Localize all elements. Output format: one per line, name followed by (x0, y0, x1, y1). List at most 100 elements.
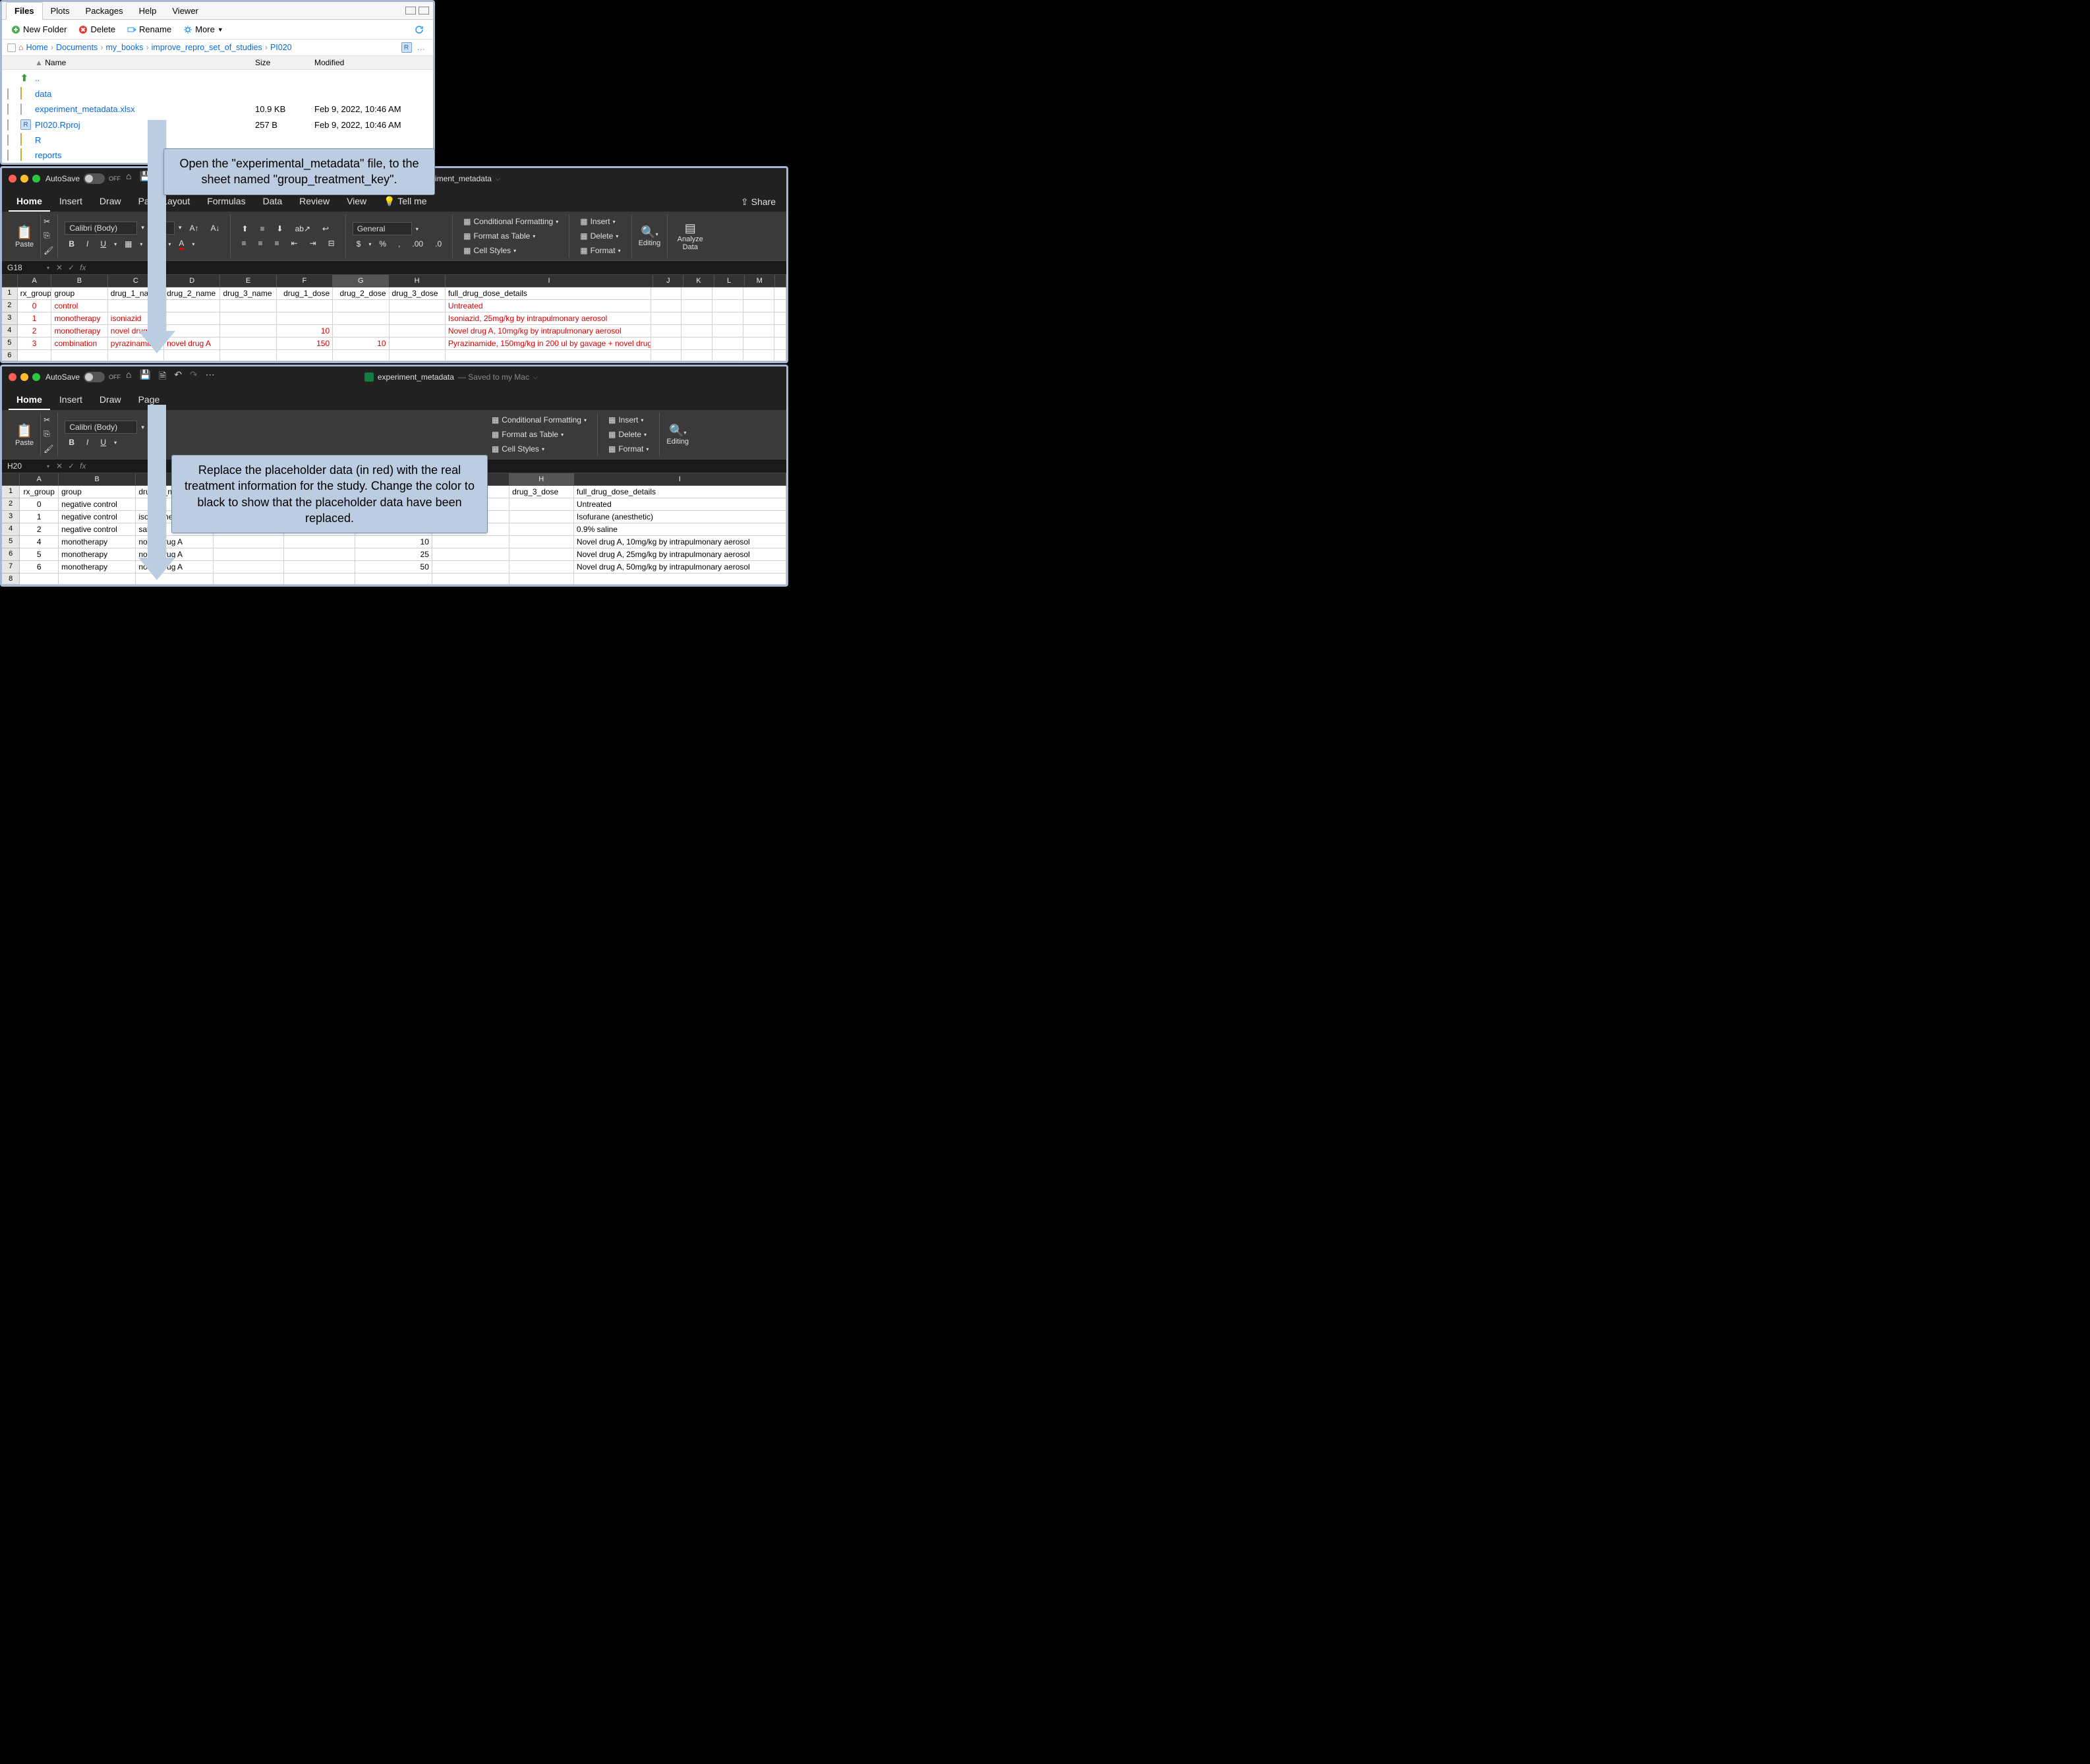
row-header[interactable]: 4 (2, 325, 18, 338)
shrink-font-button[interactable]: A↓ (206, 222, 223, 234)
column-header[interactable]: I (574, 473, 786, 486)
cell[interactable] (214, 548, 285, 561)
cell[interactable]: rx_group (18, 287, 52, 300)
number-format-select[interactable]: General (353, 222, 412, 235)
autosave-toggle[interactable]: AutoSave OFF (45, 372, 121, 382)
crumb-documents[interactable]: Documents (56, 43, 98, 52)
undo-icon[interactable]: ↶ (174, 369, 182, 385)
bold-button[interactable]: B (65, 436, 78, 448)
cell[interactable] (390, 338, 446, 350)
column-header[interactable]: H (389, 275, 445, 287)
row-header[interactable]: 2 (2, 498, 20, 511)
underline-button[interactable]: U (96, 436, 110, 448)
cell[interactable] (333, 325, 389, 338)
maximize-pane-icon[interactable] (419, 7, 429, 15)
cell[interactable] (743, 312, 774, 325)
select-all-checkbox[interactable] (7, 44, 16, 52)
column-header[interactable]: E (220, 275, 276, 287)
cell[interactable]: Novel drug A, 25mg/kg by intrapulmonary … (574, 548, 786, 561)
cell[interactable] (277, 350, 333, 361)
file-name[interactable]: data (35, 89, 51, 99)
insert-cells-button[interactable]: ▦ Insert ▾ (576, 216, 624, 227)
cell[interactable]: negative control (59, 498, 136, 511)
cell[interactable]: control (51, 300, 107, 312)
ribbon-tab-home[interactable]: Home (9, 390, 50, 410)
redo-icon[interactable]: ↷ (190, 369, 198, 385)
cell[interactable] (214, 561, 285, 573)
conditional-formatting-button[interactable]: ▦ Conditional Formatting ▾ (488, 414, 591, 426)
cell[interactable] (682, 350, 712, 361)
cell[interactable]: 0 (20, 498, 59, 511)
underline-button[interactable]: U (96, 238, 110, 250)
cell[interactable]: drug_3_dose (390, 287, 446, 300)
cell[interactable] (164, 300, 220, 312)
cell[interactable] (712, 312, 743, 325)
grow-font-button[interactable]: A↑ (185, 222, 202, 234)
cell[interactable] (220, 325, 276, 338)
crumb-pi020[interactable]: PI020 (270, 43, 292, 52)
column-header[interactable]: H (509, 473, 574, 486)
file-name[interactable]: .. (35, 73, 40, 83)
file-row[interactable]: ⬆.. (2, 70, 433, 86)
cell[interactable]: monotherapy (59, 561, 136, 573)
column-header[interactable]: M (745, 275, 775, 287)
breadcrumb-overflow[interactable]: … (415, 43, 428, 52)
cell[interactable]: drug_2_name (164, 287, 220, 300)
zoom-window-icon[interactable] (32, 373, 40, 381)
cell[interactable] (284, 561, 355, 573)
spreadsheet-grid-1[interactable]: ABCDEFGHIJKLM1rx_groupgroupdrug_1_namedr… (2, 275, 786, 361)
cell[interactable] (214, 536, 285, 548)
file-row[interactable]: experiment_metadata.xlsx10.9 KBFeb 9, 20… (2, 102, 433, 117)
cell[interactable] (712, 300, 743, 312)
cell[interactable]: 6 (20, 561, 59, 573)
percent-button[interactable]: % (375, 238, 390, 250)
cell[interactable] (432, 561, 509, 573)
ribbon-tab-insert[interactable]: Insert (51, 390, 90, 410)
copy-icon[interactable]: ⎘ (44, 231, 53, 241)
cell[interactable] (220, 338, 276, 350)
crumb-home[interactable]: Home (26, 43, 48, 52)
cell[interactable] (743, 338, 774, 350)
crumb-my-books[interactable]: my_books (105, 43, 143, 52)
cell[interactable] (509, 536, 574, 548)
decrease-decimal-button[interactable]: .0 (431, 238, 446, 250)
cell[interactable] (509, 498, 574, 511)
cell[interactable]: 10 (277, 325, 333, 338)
file-name[interactable]: PI020.Rproj (35, 120, 80, 130)
home-qat-icon[interactable]: ⌂ (126, 369, 131, 385)
row-header[interactable]: 3 (2, 312, 18, 325)
align-left-button[interactable]: ≡ (237, 237, 250, 249)
increase-decimal-button[interactable]: .00 (408, 238, 427, 250)
row-header[interactable]: 6 (2, 548, 20, 561)
crumb-improve-repro[interactable]: improve_repro_set_of_studies (152, 43, 262, 52)
cell[interactable] (390, 325, 446, 338)
row-header[interactable]: 2 (2, 300, 18, 312)
cell[interactable]: rx_group (20, 486, 59, 498)
cut-icon[interactable]: ✂ (44, 415, 53, 425)
paste-button[interactable]: 📋 Paste (15, 224, 34, 249)
paste-button[interactable]: 📋 Paste (15, 423, 34, 447)
increase-indent-button[interactable]: ⇥ (306, 237, 320, 249)
cell[interactable] (774, 287, 786, 300)
cell[interactable] (220, 350, 276, 361)
cell[interactable] (509, 523, 574, 536)
tab-help[interactable]: Help (131, 3, 165, 19)
cell[interactable] (390, 312, 446, 325)
cell[interactable] (774, 325, 786, 338)
format-cells-button[interactable]: ▦ Format ▾ (576, 245, 624, 256)
save-icon[interactable]: 💾 (140, 369, 151, 385)
column-header[interactable]: I (446, 275, 653, 287)
cut-icon[interactable]: ✂ (44, 217, 53, 226)
cell[interactable]: 3 (18, 338, 52, 350)
cell[interactable] (51, 350, 107, 361)
cell[interactable] (743, 287, 774, 300)
cell[interactable]: Novel drug A, 10mg/kg by intrapulmonary … (446, 325, 651, 338)
cell[interactable] (284, 548, 355, 561)
row-header[interactable]: 8 (2, 573, 20, 585)
column-header[interactable]: B (51, 275, 107, 287)
cell[interactable]: full_drug_dose_details (446, 287, 651, 300)
cell[interactable]: negative control (59, 511, 136, 523)
file-name[interactable]: reports (35, 150, 61, 160)
cell[interactable]: Untreated (574, 498, 786, 511)
row-header[interactable]: 5 (2, 338, 18, 350)
